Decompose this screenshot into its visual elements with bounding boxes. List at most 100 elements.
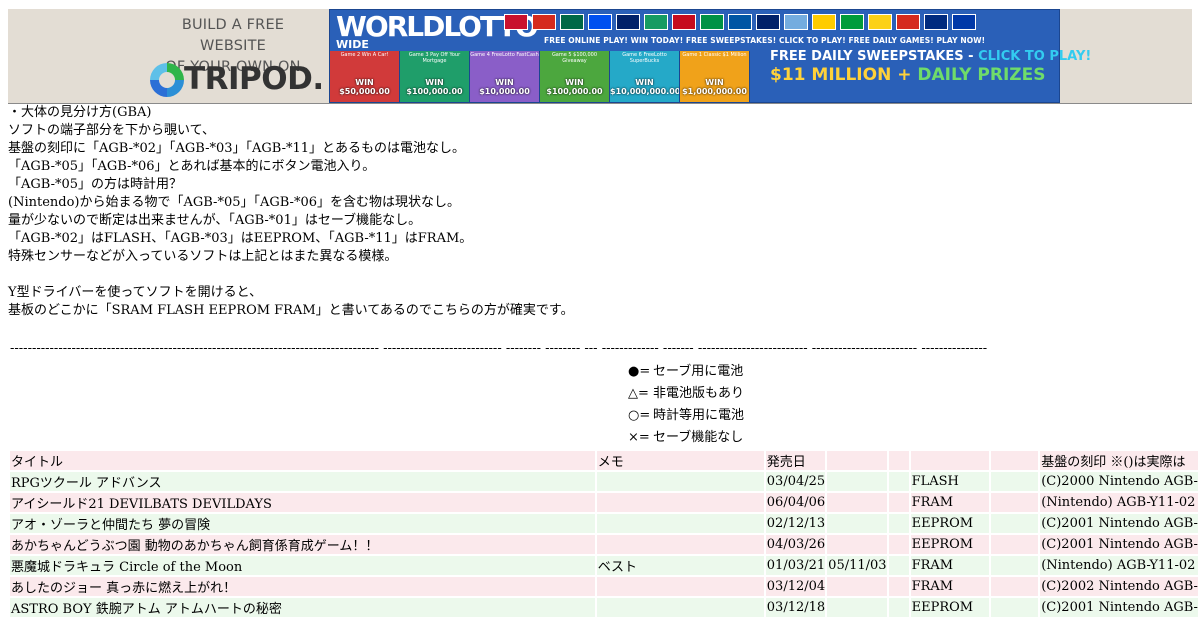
release-date-cell: 03/04/25 (765, 472, 826, 491)
game-card-prize-value: $50,000.00 (339, 87, 390, 96)
title-cell: 悪魔城ドラキュラ Circle of the Moon (10, 556, 595, 575)
note-line: 基板のどこかに「SRAM FLASH EEPROM FRAM」と書いてあるのでこ… (8, 303, 574, 318)
board-marking-cell: (C)2001 Nintendo AGB- (1040, 514, 1198, 533)
game-card-prize: WIN $1,000,000.00 (680, 78, 749, 96)
blank-cell (990, 472, 1039, 491)
table-row: RPGツクール アドバンス 03/04/25 FLASH (C)2000 Ninten… (10, 472, 1198, 491)
wwl-logo-sub: WIDE (336, 38, 369, 51)
note-line: 「AGB-*05」の方は時計用？ (8, 177, 183, 192)
flag-icon (672, 14, 696, 30)
tripod-tagline-line1: BUILD A FREE WEBSITE (181, 17, 285, 54)
release-date-cell: 02/12/13 (765, 514, 826, 533)
blank-cell (990, 556, 1039, 575)
title-cell: ASTRO BOY 鉄腕アトム アトムハートの秘密 (10, 598, 595, 617)
note-line: ソフトの端子部分を下から覗いて、 (8, 123, 215, 138)
legend-text: セーブ機能なし (653, 430, 744, 445)
table-header-cell: メモ (596, 451, 764, 470)
board-marking-cell: (Nintendo) AGB-Y11-02 (1040, 493, 1198, 512)
promo-line-2[interactable]: $11 MILLION + DAILY PRIZES (770, 65, 1045, 85)
game-card-prize: WIN $10,000,000.00 (610, 78, 679, 96)
flag-icon (616, 14, 640, 30)
release-date2-cell (827, 577, 887, 596)
game-card-prize: WIN $10,000.00 (470, 78, 539, 96)
blank-cell (990, 577, 1039, 596)
note-line: ・大体の見分け方(GBA) (8, 105, 152, 120)
battery-mark-cell (888, 556, 909, 575)
game-card-win-label: WIN (495, 78, 514, 87)
save-type-cell: EEPROM (910, 514, 989, 533)
game-card[interactable]: Game 4 FreeLotto FastCash WIN $10,000.00 (470, 51, 540, 102)
save-type-cell: FRAM (910, 493, 989, 512)
flag-icon (756, 14, 780, 30)
legend-text: セーブ用に電池 (653, 364, 744, 379)
memo-cell: ベスト (596, 556, 764, 575)
game-card-prize: WIN $100,000.00 (540, 78, 609, 96)
flag-icon (588, 14, 612, 30)
flag-icon (728, 14, 752, 30)
title-cell: RPGツクール アドバンス (10, 472, 595, 491)
game-card[interactable]: Game 1 Classic $1 Million WIN $1,000,000.0… (680, 51, 750, 102)
memo-cell (596, 535, 764, 554)
note-line (8, 266, 574, 284)
game-card[interactable]: Game 3 Pay Off Your Mortgage WIN $100,000.… (400, 51, 470, 102)
title-cell: アイシールド21 DEVILBATS DEVILDAYS (10, 493, 595, 512)
game-card-win-label: WIN (355, 78, 374, 87)
board-marking-cell: (C)2000 Nintendo AGB- (1040, 472, 1198, 491)
legend: ●= セーブ用に電池 △= 非電池版もあり ○= 時計等用に電池 ×= セーブ機能なし (628, 361, 744, 449)
promo-line-1[interactable]: FREE DAILY SWEEPSTAKES - CLICK TO PLAY! (770, 49, 1091, 64)
release-date-cell: 06/04/06 (765, 493, 826, 512)
table-row: 悪魔城ドラキュラ Circle of the Moon ベスト 01/03/21 05… (10, 556, 1198, 575)
legend-symbol: ○= (628, 408, 651, 423)
memo-cell (596, 472, 764, 491)
game-card[interactable]: Game 5 $100,000 Giveaway WIN $100,000.00 (540, 51, 610, 102)
game-card-caption: Game 2 Win A Car! (340, 52, 389, 58)
legend-text: 時計等用に電池 (653, 408, 745, 423)
title-cell: アオ・ゾーラと仲間たち 夢の冒険 (10, 514, 595, 533)
legend-item: ×= セーブ機能なし (628, 427, 744, 449)
game-card-win-label: WIN (425, 78, 444, 87)
table-header-row: タイトル メモ 発売日 基盤の刻印 ※()は実際は (10, 451, 1198, 470)
game-card-caption: Game 6 FreeLotto SuperBucks (622, 52, 667, 64)
table-header-cell (827, 451, 887, 470)
table-row: あしたのジョー 真っ赤に燃え上がれ！ 03/12/04 FRAM (C)2002 Ni… (10, 577, 1198, 596)
note-line: 「AGB-*05」「AGB-*06」とあれば基本的にボタン電池入り。 (8, 159, 376, 174)
flag-icon (560, 14, 584, 30)
blank-cell (990, 598, 1039, 617)
dash-separator: ----------------------------------------… (10, 341, 988, 356)
table-header-cell (888, 451, 909, 470)
flag-icon (700, 14, 724, 30)
release-date-cell: 01/03/21 (765, 556, 826, 575)
game-card-prize-value: $1,000,000.00 (682, 87, 747, 96)
board-marking-cell: (C)2002 Nintendo AGB- (1040, 577, 1198, 596)
game-card-prize-value: $100,000.00 (546, 87, 603, 96)
game-card-win-label: WIN (565, 78, 584, 87)
battery-mark-cell (888, 514, 909, 533)
ad-banner[interactable]: BUILD A FREE WEBSITE OF YOUR OWN ON TRIP… (8, 9, 1192, 104)
flag-row (504, 14, 976, 30)
battery-mark-cell (888, 577, 909, 596)
game-card[interactable]: Game 2 Win A Car! WIN $50,000.00 (330, 51, 400, 102)
note-line: 特殊センサーなどが入っているソフトは上記とはまた異なる模様。 (8, 249, 398, 264)
save-type-cell: FLASH (910, 472, 989, 491)
flag-icon (812, 14, 836, 30)
game-card[interactable]: Game 6 FreeLotto SuperBucks WIN $10,000,00… (610, 51, 680, 102)
promo-line-1-b[interactable]: CLICK TO PLAY! (978, 49, 1091, 64)
worldwide-lotto-ad[interactable]: WORLDLOTTO WIDE FREE ONLINE PLAY! WIN TO… (329, 9, 1091, 103)
table-header-cell (910, 451, 989, 470)
tripod-ad[interactable]: BUILD A FREE WEBSITE OF YOUR OWN ON TRIP… (8, 9, 328, 103)
game-card-caption: Game 4 FreeLotto FastCash (470, 52, 539, 58)
table-header-cell: 発売日 (765, 451, 826, 470)
release-date2-cell (827, 535, 887, 554)
release-date2-cell (827, 493, 887, 512)
table-header-cell: タイトル (10, 451, 595, 470)
battery-mark-cell (888, 472, 909, 491)
table-row: アオ・ゾーラと仲間たち 夢の冒険 02/12/13 EEPROM (C)2001 Ni… (10, 514, 1198, 533)
promo-line-2-a: $11 MILLION + (770, 65, 918, 85)
game-card-prize-value: $10,000,000.00 (610, 87, 680, 96)
game-card-prize: WIN $100,000.00 (400, 78, 469, 96)
game-card-prize-value: $10,000.00 (479, 87, 530, 96)
note-line: 基盤の刻印に「AGB-*02」「AGB-*03」「AGB-*11」とあるものは電… (8, 141, 466, 156)
game-card-prize: WIN $50,000.00 (330, 78, 399, 96)
save-type-cell: EEPROM (910, 598, 989, 617)
flag-icon (784, 14, 808, 30)
